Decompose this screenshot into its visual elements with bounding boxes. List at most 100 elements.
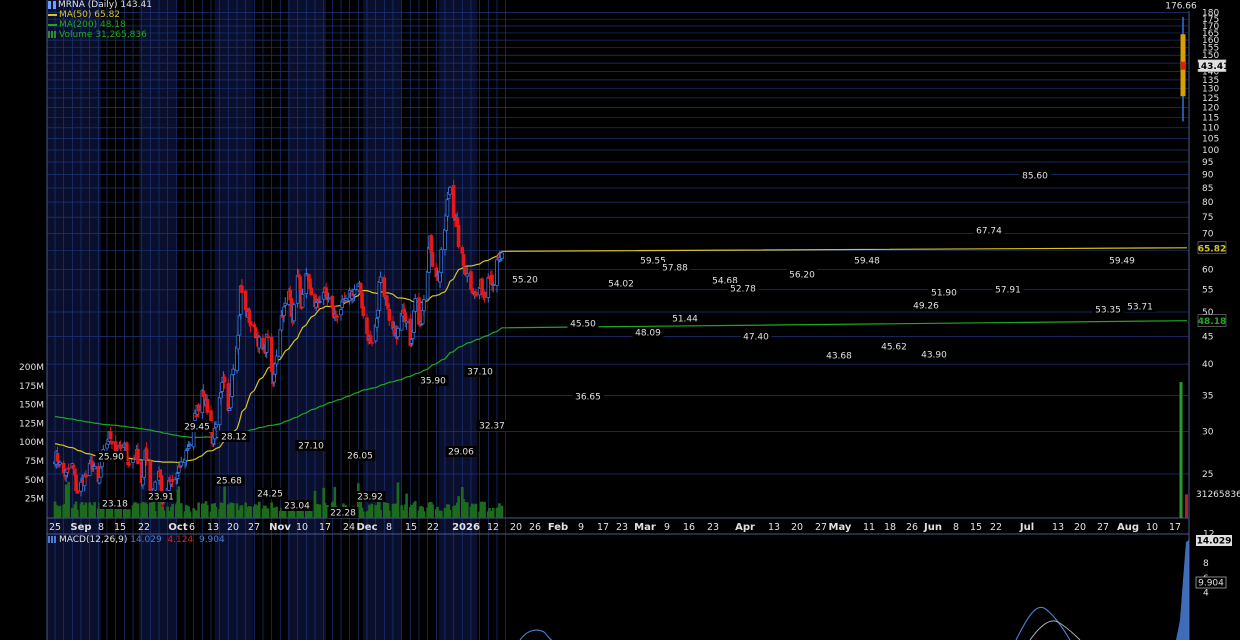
price-label: 59.48 bbox=[854, 257, 880, 267]
price-label: 26.05 bbox=[347, 452, 373, 462]
date-tick: Feb bbox=[548, 522, 568, 533]
date-tick: 17 bbox=[1169, 522, 1181, 533]
candle bbox=[403, 312, 408, 322]
candle bbox=[71, 464, 76, 469]
price-label: 176.66 bbox=[1165, 2, 1197, 12]
date-tick: 8 bbox=[98, 522, 104, 533]
price-label: 27.10 bbox=[298, 442, 324, 452]
date-tick: 17 bbox=[319, 522, 331, 533]
volume-bar bbox=[249, 506, 252, 518]
candle bbox=[413, 298, 418, 312]
volume-badge: 31265836 bbox=[1196, 490, 1240, 500]
price-label: 25.68 bbox=[216, 477, 242, 487]
volume-bar bbox=[205, 504, 209, 518]
price-tick: 40 bbox=[1202, 360, 1214, 370]
volume-bar bbox=[301, 510, 304, 518]
price-label: 23.18 bbox=[102, 500, 128, 510]
date-tick: Sep bbox=[70, 522, 91, 533]
candle bbox=[469, 271, 473, 290]
volume-bar bbox=[84, 502, 88, 518]
price-label: 67.74 bbox=[976, 227, 1002, 237]
candle bbox=[480, 278, 484, 294]
volume-bar bbox=[93, 502, 96, 518]
candle bbox=[214, 424, 218, 428]
legend-ma200: MA(200) 48.18 bbox=[48, 20, 152, 30]
volume-bar bbox=[361, 511, 365, 518]
price-label: 43.68 bbox=[826, 352, 852, 362]
candle bbox=[500, 252, 504, 260]
date-tick: Jun bbox=[923, 522, 942, 533]
candle bbox=[184, 450, 189, 461]
price-tick: 85 bbox=[1202, 184, 1213, 194]
volume-bar bbox=[127, 509, 131, 518]
candle bbox=[1181, 61, 1185, 70]
volume-bar bbox=[75, 509, 79, 518]
volume-bar bbox=[145, 504, 148, 518]
price-label: 56.20 bbox=[789, 271, 815, 281]
candle bbox=[127, 463, 132, 466]
price-label: 57.91 bbox=[995, 286, 1021, 296]
volume-bar bbox=[483, 502, 486, 518]
volume-tick: 100M bbox=[19, 438, 44, 448]
date-tick: 25 bbox=[49, 522, 61, 533]
volume-bar bbox=[439, 510, 443, 518]
candle bbox=[491, 284, 496, 286]
date-tick: 20 bbox=[227, 522, 239, 533]
price-tick: 35 bbox=[1202, 391, 1213, 401]
volume-bar bbox=[153, 511, 157, 518]
volume-bar bbox=[266, 508, 270, 518]
candle bbox=[205, 398, 210, 413]
candle bbox=[335, 315, 340, 318]
date-tick: 22 bbox=[990, 522, 1002, 533]
candle bbox=[186, 446, 191, 449]
date-tick: Jul bbox=[1019, 522, 1034, 533]
date-tick: 15 bbox=[114, 522, 126, 533]
price-label: 54.02 bbox=[608, 280, 634, 290]
price-label: 59.49 bbox=[1109, 257, 1135, 267]
macd-badge: 14.029 bbox=[1197, 537, 1232, 547]
volume-bar bbox=[396, 482, 400, 518]
ma200-badge: 48.18 bbox=[1198, 317, 1226, 327]
candle bbox=[118, 444, 123, 449]
candle bbox=[220, 382, 224, 392]
candle bbox=[445, 199, 450, 217]
date-tick: 27 bbox=[1097, 522, 1109, 533]
price-label: 49.26 bbox=[913, 302, 939, 312]
candle bbox=[309, 287, 314, 296]
volume-bar bbox=[1185, 494, 1188, 518]
price-tick: 70 bbox=[1202, 229, 1214, 239]
candle bbox=[110, 440, 114, 445]
date-tick: Aug bbox=[1117, 522, 1139, 533]
price-tick: 125 bbox=[1202, 94, 1219, 104]
price-label: 57.88 bbox=[662, 264, 688, 274]
legend-price: MRNA (Daily) 143.41 MA(50) 65.82 MA(200)… bbox=[48, 0, 152, 40]
candle bbox=[75, 490, 80, 494]
candle bbox=[136, 448, 140, 465]
candle bbox=[422, 299, 426, 312]
candle bbox=[370, 341, 374, 344]
date-tick: Nov bbox=[269, 522, 291, 533]
volume-bar bbox=[162, 510, 166, 518]
date-tick: 8 bbox=[953, 522, 959, 533]
price-label: 24.25 bbox=[257, 490, 283, 500]
date-tick: 11 bbox=[863, 522, 875, 533]
price-label: 23.92 bbox=[357, 493, 383, 503]
price-tick: 180 bbox=[1202, 9, 1219, 19]
price-label: 28.12 bbox=[221, 433, 247, 443]
price-label: 53.35 bbox=[1095, 306, 1121, 316]
candle bbox=[465, 273, 470, 277]
candle bbox=[231, 368, 236, 375]
date-tick: 22 bbox=[427, 522, 439, 533]
volume-bar bbox=[405, 493, 408, 518]
candle bbox=[339, 309, 343, 316]
signal-badge: 9.904 bbox=[1198, 579, 1224, 589]
price-label: 37.10 bbox=[467, 368, 493, 378]
price-label: 43.90 bbox=[921, 351, 947, 361]
last-price-badge: 143.41 bbox=[1195, 62, 1230, 72]
volume-bar bbox=[179, 503, 183, 518]
macd-tick: 4 bbox=[1203, 589, 1209, 599]
bars-icon bbox=[48, 31, 57, 38]
candle bbox=[66, 467, 71, 470]
candle bbox=[425, 270, 430, 300]
volume-bar bbox=[457, 496, 460, 518]
